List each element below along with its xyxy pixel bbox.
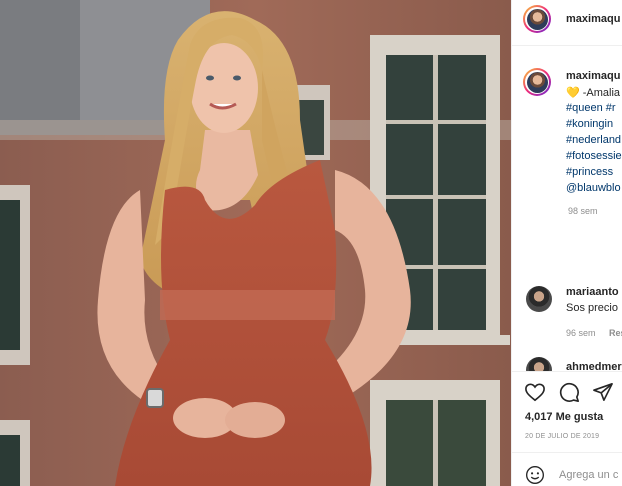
post-date: 20 DE JULIO DE 2019 [525,433,600,440]
comment-icon[interactable] [558,381,580,403]
post-side-panel: maximaqu maximaqu 💛 -Amalia #queen #r #k… [511,0,622,486]
hashtag-line[interactable]: #koningin [566,118,613,130]
hashtag-line[interactable]: #nederland [566,134,621,146]
heart-icon[interactable] [524,382,546,402]
comment-username[interactable]: mariaanto [566,286,619,298]
likes-count[interactable]: 4,017 Me gusta [525,411,603,423]
commenter-avatar[interactable] [525,285,553,313]
caption-first-line: 💛 -Amalia [566,86,620,99]
hashtag-line[interactable]: #queen #r [566,102,616,114]
smiley-icon[interactable] [525,465,545,485]
caption-avatar[interactable] [523,68,551,96]
reply-link[interactable]: Res [609,328,622,338]
add-comment-input[interactable]: Agrega un c [559,469,618,481]
comment-text: Sos precio [566,302,618,314]
author-username[interactable]: maximaqu [566,13,620,25]
comment-box-divider [512,452,622,453]
author-avatar[interactable] [523,5,551,33]
heart-emoji: 💛 [566,87,580,99]
caption-time: 98 sem [568,206,598,216]
post-photo[interactable] [0,0,511,486]
comment-time: 96 sem [566,328,596,338]
hashtag-line[interactable]: #fotosessie [566,150,622,162]
header-divider [512,45,622,46]
caption-text: -Amalia [582,87,621,99]
hashtag-line[interactable]: #princess [566,166,613,178]
caption-username[interactable]: maximaqu [566,70,620,82]
mention-link[interactable]: @blauwblo [566,182,621,194]
share-icon[interactable] [592,382,614,402]
photo-illustration [0,0,511,486]
